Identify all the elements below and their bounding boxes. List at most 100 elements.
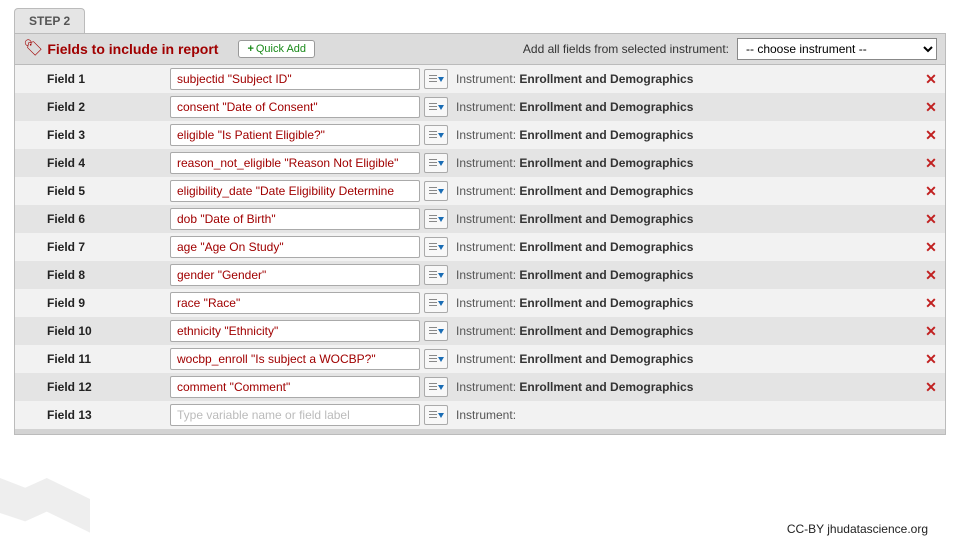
list-icon	[429, 410, 437, 420]
field-input[interactable]	[170, 208, 420, 230]
section-header-bar: 🏷 Fields to include in report + Quick Ad…	[14, 33, 946, 65]
chevron-down-icon	[438, 329, 444, 334]
remove-field-button[interactable]: ✕	[917, 267, 945, 284]
remove-field-button[interactable]: ✕	[917, 183, 945, 200]
list-icon	[429, 326, 437, 336]
field-input[interactable]	[170, 180, 420, 202]
chevron-down-icon	[438, 273, 444, 278]
instrument-label: Instrument: Enrollment and Demographics	[448, 376, 917, 398]
instrument-label: Instrument: Enrollment and Demographics	[448, 348, 917, 370]
field-label: Field 10	[15, 320, 170, 342]
chevron-down-icon	[438, 105, 444, 110]
list-icon	[429, 102, 437, 112]
field-label: Field 7	[15, 236, 170, 258]
field-input[interactable]	[170, 292, 420, 314]
field-label: Field 9	[15, 292, 170, 314]
list-icon	[429, 270, 437, 280]
field-dropdown-button[interactable]	[424, 181, 448, 201]
field-dropdown-button[interactable]	[424, 265, 448, 285]
list-icon	[429, 298, 437, 308]
list-icon	[429, 186, 437, 196]
field-dropdown-button[interactable]	[424, 97, 448, 117]
chevron-down-icon	[438, 385, 444, 390]
list-icon	[429, 214, 437, 224]
instrument-label: Instrument: Enrollment and Demographics	[448, 208, 917, 230]
field-input[interactable]	[170, 124, 420, 146]
quick-add-button[interactable]: + Quick Add	[238, 40, 315, 58]
remove-field-button[interactable]: ✕	[917, 323, 945, 340]
list-icon	[429, 158, 437, 168]
field-label: Field 11	[15, 348, 170, 370]
instrument-label: Instrument: Enrollment and Demographics	[448, 236, 917, 258]
field-label: Field 5	[15, 180, 170, 202]
field-input[interactable]	[170, 152, 420, 174]
chevron-down-icon	[438, 357, 444, 362]
field-dropdown-button[interactable]	[424, 237, 448, 257]
chevron-down-icon	[438, 77, 444, 82]
remove-field-button[interactable]: ✕	[917, 351, 945, 368]
field-dropdown-button[interactable]	[424, 69, 448, 89]
field-input[interactable]	[170, 376, 420, 398]
remove-field-button[interactable]: ✕	[917, 155, 945, 172]
remove-field-button[interactable]: ✕	[917, 71, 945, 88]
list-icon	[429, 130, 437, 140]
chevron-down-icon	[438, 161, 444, 166]
watermark-graphic	[0, 478, 90, 548]
tab-step-2[interactable]: STEP 2	[14, 8, 85, 33]
field-input[interactable]	[170, 404, 420, 426]
remove-field-button[interactable]: ✕	[917, 379, 945, 396]
field-row: Field 7 Instrument: Enrollment and Demogr…	[15, 233, 945, 261]
field-input[interactable]	[170, 264, 420, 286]
field-dropdown-button[interactable]	[424, 321, 448, 341]
field-dropdown-button[interactable]	[424, 377, 448, 397]
field-input[interactable]	[170, 348, 420, 370]
remove-field-button[interactable]: ✕	[917, 99, 945, 116]
field-dropdown-button[interactable]	[424, 349, 448, 369]
field-dropdown-button[interactable]	[424, 209, 448, 229]
field-dropdown-button[interactable]	[424, 153, 448, 173]
credit-text: CC-BY jhudatascience.org	[787, 522, 928, 536]
instrument-label: Instrument: Enrollment and Demographics	[448, 96, 917, 118]
field-label: Field 4	[15, 152, 170, 174]
field-row: Field 11 Instrument: Enrollment and Demog…	[15, 345, 945, 373]
remove-field-button[interactable]: ✕	[917, 295, 945, 312]
field-dropdown-button[interactable]	[424, 125, 448, 145]
list-icon	[429, 382, 437, 392]
field-input[interactable]	[170, 96, 420, 118]
instrument-label: Instrument: Enrollment and Demographics	[448, 180, 917, 202]
instrument-label: Instrument:	[448, 404, 917, 426]
field-row: Field 6 Instrument: Enrollment and Demogr…	[15, 205, 945, 233]
plus-icon: +	[247, 43, 253, 55]
field-label: Field 6	[15, 208, 170, 230]
add-all-fields-label: Add all fields from selected instrument:	[523, 42, 729, 56]
instrument-label: Instrument: Enrollment and Demographics	[448, 264, 917, 286]
chevron-down-icon	[438, 245, 444, 250]
field-input[interactable]	[170, 68, 420, 90]
field-row: Field 8 Instrument: Enrollment and Demogr…	[15, 261, 945, 289]
footer-strip	[14, 429, 946, 435]
field-dropdown-button[interactable]	[424, 405, 448, 425]
field-label: Field 3	[15, 124, 170, 146]
field-row: Field 5 Instrument: Enrollment and Demogr…	[15, 177, 945, 205]
chevron-down-icon	[438, 189, 444, 194]
field-dropdown-button[interactable]	[424, 293, 448, 313]
list-icon	[429, 74, 437, 84]
fields-list: Field 1 Instrument: Enrollment and Demogr…	[14, 65, 946, 429]
tags-icon: 🏷	[23, 41, 43, 57]
instrument-label: Instrument: Enrollment and Demographics	[448, 68, 917, 90]
instrument-select[interactable]: -- choose instrument --	[737, 38, 937, 60]
list-icon	[429, 242, 437, 252]
remove-field-button[interactable]: ✕	[917, 211, 945, 228]
field-label: Field 8	[15, 264, 170, 286]
chevron-down-icon	[438, 413, 444, 418]
instrument-label: Instrument: Enrollment and Demographics	[448, 292, 917, 314]
quick-add-label: Quick Add	[256, 43, 306, 55]
field-row: Field 4Instrument: Enrollment and Demogr…	[15, 149, 945, 177]
instrument-label: Instrument: Enrollment and Demographics	[448, 320, 917, 342]
remove-field-button[interactable]: ✕	[917, 127, 945, 144]
field-input[interactable]	[170, 320, 420, 342]
field-label: Field 1	[15, 68, 170, 90]
remove-field-button[interactable]: ✕	[917, 239, 945, 256]
field-label: Field 2	[15, 96, 170, 118]
field-input[interactable]	[170, 236, 420, 258]
